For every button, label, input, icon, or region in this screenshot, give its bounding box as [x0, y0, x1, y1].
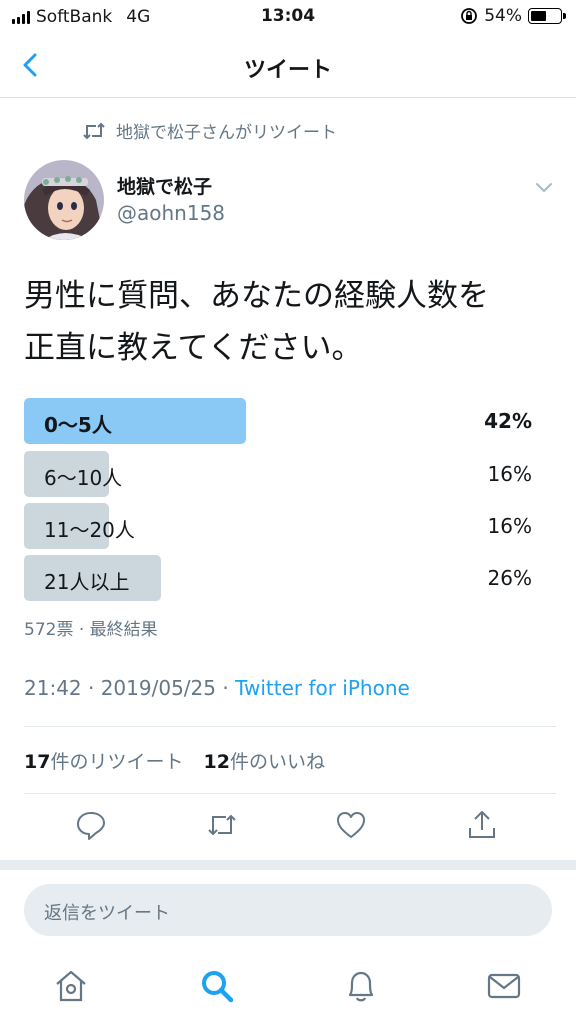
reply-input[interactable]: 返信をツイート	[24, 884, 552, 936]
status-right: 54%	[460, 6, 566, 26]
retweet-count: 17	[24, 751, 51, 773]
battery-percent: 54%	[484, 6, 522, 26]
poll-option-0: 0〜5人 42%	[24, 398, 544, 444]
poll-option-label: 0〜5人	[44, 413, 112, 437]
messages-icon[interactable]	[484, 966, 524, 1006]
like-count-label: 件のいいね	[229, 751, 325, 773]
poll-option-percent: 16%	[487, 514, 532, 538]
timestamp-source-link[interactable]: Twitter for iPhone	[235, 676, 410, 700]
search-icon[interactable]	[197, 966, 237, 1006]
poll-option-percent: 26%	[487, 566, 532, 590]
tweet-text-line-2: 正直に教えてください。	[24, 330, 363, 366]
home-icon[interactable]	[51, 966, 91, 1006]
poll-option-label: 21人以上	[44, 570, 130, 594]
divider	[24, 793, 556, 794]
status-bar: SoftBank 4G 13:04 54%	[0, 0, 576, 34]
poll-option-percent: 42%	[484, 409, 532, 433]
retweet-count-label: 件のリツイート	[50, 751, 184, 773]
retweeted-by-label: 地獄で松子さんがリツイート	[116, 123, 337, 143]
reply-placeholder: 返信をツイート	[44, 903, 170, 924]
battery-icon	[528, 8, 566, 24]
divider	[24, 726, 556, 727]
poll-option-1: 6〜10人 16%	[24, 451, 544, 497]
notifications-icon[interactable]	[341, 966, 381, 1006]
orientation-lock-icon	[461, 8, 478, 24]
tab-bar	[0, 960, 576, 1024]
battery-fill	[531, 11, 547, 21]
poll-option-3: 21人以上 26%	[24, 555, 544, 601]
like-icon[interactable]	[334, 808, 368, 842]
reply-icon[interactable]	[74, 808, 108, 842]
poll-option-2: 11〜20人 16%	[24, 503, 544, 549]
action-bar	[0, 808, 576, 848]
poll-option-label: 11〜20人	[44, 518, 135, 542]
author-handle[interactable]: @aohn158	[117, 201, 225, 225]
page-title: ツイート	[243, 58, 332, 83]
timestamp-time: 21:42 · 2019/05/25 ·	[24, 676, 236, 700]
author-name[interactable]: 地獄で松子	[117, 172, 212, 199]
section-separator	[0, 860, 576, 870]
retweet-stat[interactable]: 17件のリツイート	[24, 751, 183, 773]
tweet-timestamp: 21:42 · 2019/05/25 · Twitter for iPhone	[24, 676, 410, 700]
tweet-stats: 17件のリツイート 12件のいいね	[24, 747, 325, 774]
chevron-down-icon[interactable]	[534, 180, 554, 194]
like-count: 12	[203, 751, 230, 773]
tweet-text-line-1: 男性に質問、あなたの経験人数を	[24, 278, 489, 314]
tweet-text: 男性に質問、あなたの経験人数を 正直に教えてください。	[24, 270, 554, 374]
retweeted-by[interactable]: 地獄で松子さんがリツイート	[82, 118, 337, 143]
retweet-small-icon	[83, 122, 105, 139]
avatar[interactable]	[24, 160, 104, 240]
poll-option-label: 6〜10人	[44, 466, 123, 490]
nav-bar: ツイート	[0, 34, 576, 98]
poll-meta: 572票 · 最終結果	[24, 620, 158, 640]
like-stat[interactable]: 12件のいいね	[204, 751, 325, 773]
poll-option-percent: 16%	[487, 462, 532, 486]
retweet-icon[interactable]	[205, 808, 239, 842]
avatar-image	[24, 160, 104, 240]
share-icon[interactable]	[465, 808, 499, 842]
